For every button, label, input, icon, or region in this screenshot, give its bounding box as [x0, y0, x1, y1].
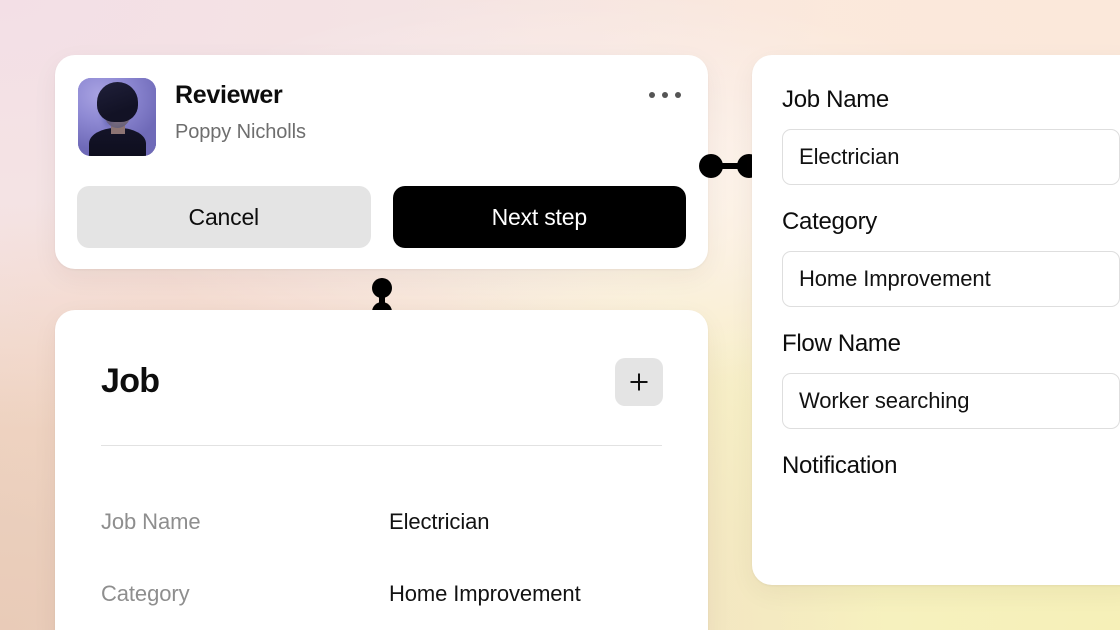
table-row: Category Home Improvement: [101, 558, 662, 630]
plus-icon[interactable]: [615, 358, 663, 406]
flow-settings-panel: Job Name Electrician Category Home Impro…: [752, 55, 1120, 585]
category-input[interactable]: Home Improvement: [782, 251, 1120, 307]
field-label: Job Name: [782, 86, 889, 113]
flow-panel-fields: Job Name Electrician Category Home Impro…: [782, 85, 1120, 481]
cancel-button[interactable]: Cancel: [77, 186, 371, 248]
reviewer-title: Reviewer: [175, 81, 283, 109]
flow-name-input[interactable]: Worker searching: [782, 373, 1120, 429]
ellipsis-horizontal-icon[interactable]: [644, 81, 686, 109]
notification-label: Notification: [782, 452, 898, 479]
field-group-flow-name: Flow Name Worker searching: [782, 329, 1120, 429]
job-row-value: Home Improvement: [389, 581, 581, 606]
reviewer-actions: Cancel Next step: [77, 186, 686, 248]
field-label: Category: [782, 208, 877, 235]
connector-dot-left[interactable]: [699, 154, 723, 178]
connector-dot-top[interactable]: [372, 278, 392, 298]
job-row-key: Category: [101, 581, 190, 606]
job-card: Job Job Name Electrician Category Home I…: [55, 310, 708, 630]
avatar: [78, 78, 156, 156]
job-card-divider: [101, 445, 662, 446]
field-group-job-name: Job Name Electrician: [782, 85, 1120, 185]
field-label: Flow Name: [782, 330, 901, 357]
reviewer-card: Reviewer Poppy Nicholls Cancel Next step: [55, 55, 708, 269]
job-name-input[interactable]: Electrician: [782, 129, 1120, 185]
field-group-notification: Notification: [782, 451, 1120, 481]
ellipsis-dot: [649, 92, 655, 98]
next-step-button[interactable]: Next step: [392, 186, 686, 248]
job-row-value: Electrician: [389, 509, 490, 534]
avatar-hair: [97, 82, 138, 122]
job-details-list: Job Name Electrician Category Home Impro…: [101, 486, 662, 630]
job-card-title: Job: [101, 362, 160, 400]
job-row-key: Job Name: [101, 509, 201, 534]
field-group-category: Category Home Improvement: [782, 207, 1120, 307]
canvas: Reviewer Poppy Nicholls Cancel Next step…: [0, 0, 1120, 630]
reviewer-header: Reviewer Poppy Nicholls: [78, 78, 306, 156]
reviewer-name: Poppy Nicholls: [175, 120, 306, 143]
reviewer-text-group: Reviewer Poppy Nicholls: [175, 78, 306, 144]
table-row: Job Name Electrician: [101, 486, 662, 558]
ellipsis-dot: [662, 92, 668, 98]
ellipsis-dot: [675, 92, 681, 98]
